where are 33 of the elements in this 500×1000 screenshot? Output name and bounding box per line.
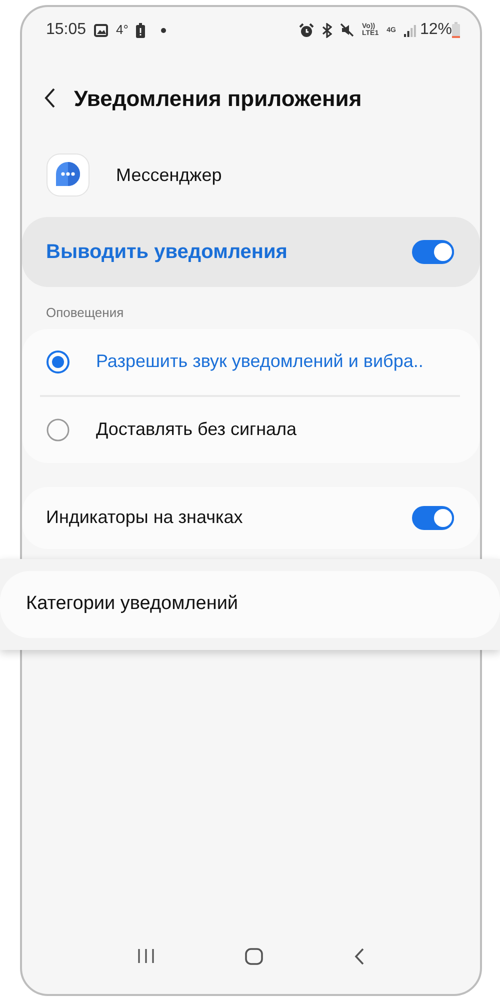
toggle-label: Индикаторы на значках — [46, 506, 243, 529]
status-time: 15:05 — [46, 20, 86, 40]
radio-option[interactable]: Доставлять без сигнала — [22, 396, 480, 462]
radio-option[interactable]: Разрешить звук уведомлений и вибра.. — [22, 328, 480, 394]
home-icon[interactable] — [245, 948, 263, 964]
toggle-label: Выводить уведомления — [46, 240, 288, 265]
image-icon — [94, 24, 108, 36]
temperature-text: 4° — [116, 21, 128, 40]
item-label: Категории уведомлений — [26, 592, 238, 616]
master-toggle-row[interactable]: Выводить уведомления — [22, 217, 480, 287]
bluetooth-icon — [322, 22, 332, 38]
option-label: Разрешить звук уведомлений и вибра.. — [96, 350, 424, 373]
radio-button[interactable] — [46, 350, 70, 374]
app-name: Мессенджер — [116, 164, 222, 187]
chat-bubble-icon — [46, 153, 90, 197]
mute-icon — [340, 23, 354, 37]
page-title: Уведомления приложения — [74, 84, 362, 113]
toggle-switch[interactable] — [412, 240, 454, 264]
back-icon[interactable] — [353, 948, 365, 964]
section-title: Оповещения — [45, 304, 125, 322]
signal-icon — [404, 24, 416, 36]
categories-item[interactable]: Категории уведомлений — [0, 570, 500, 638]
recent-apps-icon[interactable] — [137, 948, 155, 964]
radio-button[interactable] — [46, 418, 70, 442]
toggle-switch[interactable] — [412, 506, 454, 530]
badge-toggle-row[interactable]: Индикаторы на значках — [22, 486, 480, 548]
battery-alert-icon — [136, 22, 146, 38]
alarm-icon — [299, 22, 314, 38]
option-label: Доставлять без сигнала — [96, 418, 297, 441]
back-icon[interactable] — [44, 87, 56, 109]
battery-icon — [452, 22, 460, 38]
battery-percent: 12% — [420, 20, 452, 40]
dot-icon — [161, 28, 166, 32]
